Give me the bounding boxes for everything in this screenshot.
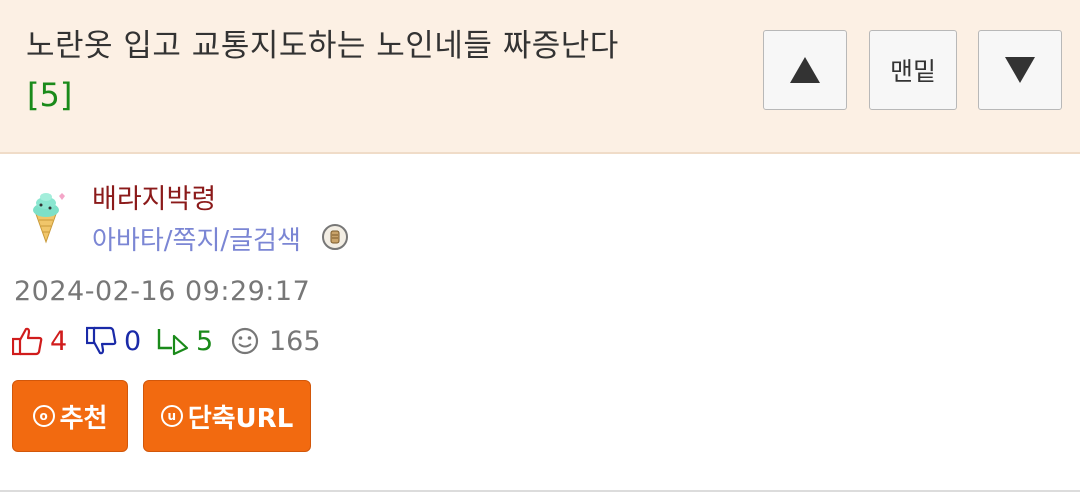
ice-cream-icon[interactable] <box>26 190 66 244</box>
member-badge-icon <box>322 224 348 250</box>
go-bottom-button[interactable]: 맨밑 <box>869 30 957 110</box>
reply-arrow-icon <box>157 329 189 356</box>
post-header: 노란옷 입고 교통지도하는 노인네들 짜증난다 [5] 맨밑 <box>0 0 1080 154</box>
recommend-circle-icon: o <box>32 405 55 427</box>
author-name[interactable]: 배라지박령 <box>92 177 216 216</box>
view-count: 165 <box>269 325 321 357</box>
post-title: 노란옷 입고 교통지도하는 노인네들 짜증난다 <box>26 28 619 64</box>
reply-stat[interactable]: 5 <box>156 323 213 359</box>
short-url-circle-icon: u <box>160 405 183 427</box>
short-url-label: 단축URL <box>187 403 294 434</box>
down-triangle-icon <box>1005 57 1035 83</box>
recommend-button[interactable]: o 추천 <box>12 380 128 452</box>
author-links[interactable]: 아바타/쪽지/글검색 <box>92 220 301 257</box>
view-stat: 165 <box>230 323 321 359</box>
comment-count[interactable]: [5] <box>27 76 72 114</box>
reply-count: 5 <box>196 325 214 357</box>
like-stat[interactable]: 4 <box>12 323 67 359</box>
thumbs-up-icon <box>12 327 43 356</box>
scroll-down-button[interactable] <box>978 30 1062 110</box>
scroll-up-button[interactable] <box>763 30 847 110</box>
smiley-icon <box>231 327 259 355</box>
post-date: 2024-02-16 09:29:17 <box>14 276 311 307</box>
recommend-label: 추천 <box>59 403 108 434</box>
like-count: 4 <box>50 325 68 357</box>
dislike-stat[interactable]: 0 <box>86 323 141 359</box>
thumbs-down-icon <box>86 326 117 355</box>
short-url-button[interactable]: u 단축URL <box>143 380 311 452</box>
divider <box>0 490 1080 492</box>
up-triangle-icon <box>790 57 820 83</box>
dislike-count: 0 <box>124 325 142 357</box>
